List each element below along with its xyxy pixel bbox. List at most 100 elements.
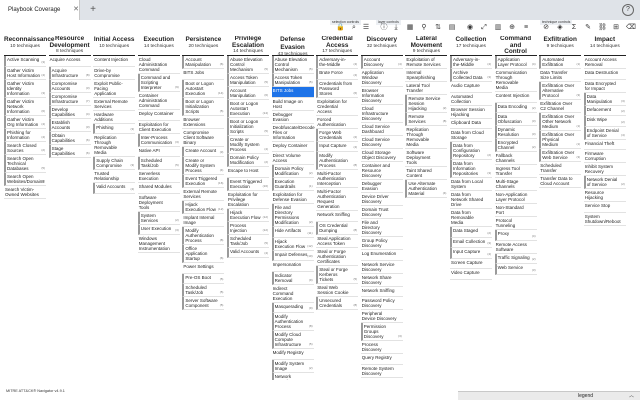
- technique-cell[interactable]: Browser Information Discovery: [360, 87, 403, 105]
- technique-cell[interactable]: Phishing for Information (4): [4, 128, 46, 142]
- subtechnique-count[interactable]: (2): [309, 220, 313, 225]
- technique-cell[interactable]: Modify Authentication Process (8): [316, 152, 359, 170]
- technique-cell[interactable]: Compromise Infrastructure (7): [48, 92, 91, 106]
- technique-cell[interactable]: Traffic Signaling (2): [494, 253, 537, 264]
- technique-cell[interactable]: Data from Configuration Repository (2): [450, 142, 492, 160]
- subtechnique-count[interactable]: (3): [398, 334, 402, 339]
- subtechnique-count[interactable]: (5): [41, 166, 45, 171]
- technique-cell[interactable]: Impair Defenses (10): [271, 250, 314, 261]
- technique-cell[interactable]: Account Manipulation (6): [227, 87, 269, 100]
- technique-cell[interactable]: Remote Access Software: [494, 240, 537, 254]
- close-icon[interactable]: ✕: [70, 0, 82, 20]
- subtechnique-count[interactable]: (2): [532, 145, 536, 150]
- technique-cell[interactable]: Archive Collected Data (3): [450, 69, 492, 82]
- technique-cell[interactable]: Exfiltration Over C2 Channel: [539, 100, 582, 113]
- subtechnique-count[interactable]: (4): [487, 252, 491, 257]
- technique-cell[interactable]: Forge Web Credentials (2): [316, 128, 359, 142]
- technique-cell[interactable]: Disk Wipe (2): [583, 116, 626, 127]
- subtechnique-count[interactable]: (8): [86, 73, 90, 78]
- layer-info-icon[interactable]: ⓘ: [380, 24, 388, 32]
- technique-cell[interactable]: System Shutdown/Reboot: [583, 212, 626, 226]
- subtechnique-count[interactable]: (3): [131, 127, 135, 132]
- subtechnique-count[interactable]: (8): [443, 119, 447, 124]
- technique-cell[interactable]: Gather Victim Identity Information (3): [4, 79, 46, 98]
- subtechnique-count[interactable]: (4): [41, 73, 45, 78]
- technique-cell[interactable]: BITS Jobs: [271, 87, 314, 98]
- download-icon[interactable]: ⤓: [392, 24, 400, 32]
- technique-cell[interactable]: Network Share Discovery: [360, 273, 403, 287]
- technique-cell[interactable]: Resource Hijacking: [583, 189, 626, 202]
- technique-cell[interactable]: Data from Information Repositories (3): [450, 160, 492, 178]
- subtechnique-count[interactable]: (12): [218, 207, 223, 212]
- technique-cell[interactable]: Cloud Administration Command: [137, 56, 180, 74]
- technique-cell[interactable]: Acquire Infrastructure (8): [48, 66, 91, 80]
- technique-cell[interactable]: Direct Volume Access: [271, 152, 314, 165]
- subtechnique-count[interactable]: (3): [41, 91, 45, 96]
- subtechnique-count[interactable]: (12): [307, 244, 312, 249]
- technique-cell[interactable]: External Remote Services: [182, 188, 225, 201]
- technique-cell[interactable]: Gather Victim Org Information (4): [4, 115, 46, 129]
- technique-cell[interactable]: Implant Internal Image: [182, 214, 225, 227]
- technique-cell[interactable]: Password Policy Discovery: [360, 297, 403, 310]
- technique-cell[interactable]: Event Triggered Execution (16): [227, 177, 269, 191]
- technique-cell[interactable]: Transfer Data to Cloud Account: [539, 175, 582, 188]
- technique-cell[interactable]: Impersonation: [271, 261, 314, 272]
- subtechnique-count[interactable]: (4): [354, 145, 358, 150]
- technique-cell[interactable]: Multi-Factor Authentication Request Gene…: [316, 188, 359, 211]
- technique-cell[interactable]: Taint Shared Content: [405, 167, 448, 180]
- technique-cell[interactable]: Create Account (3): [182, 146, 225, 157]
- technique-cell[interactable]: Boot or Logon Initialization Scripts (5): [227, 118, 269, 136]
- metadata-icon[interactable]: ⊞: [612, 24, 620, 32]
- subtechnique-count[interactable]: (16): [218, 181, 223, 186]
- technique-cell[interactable]: Deobfuscate/Decode Files or Information: [271, 123, 315, 142]
- technique-cell[interactable]: Native API: [137, 146, 180, 157]
- technique-cell[interactable]: Deploy Container: [137, 110, 180, 121]
- technique-cell[interactable]: Windows Management Instrumentation: [137, 235, 180, 253]
- subtechnique-count[interactable]: (2): [487, 153, 491, 158]
- subtechnique-count[interactable]: (4): [398, 62, 402, 67]
- subtechnique-count[interactable]: (4): [532, 62, 536, 67]
- technique-cell[interactable]: Serverless Execution: [137, 170, 180, 183]
- tactic-header[interactable]: Defense Evasion 43 techniques: [271, 36, 314, 57]
- technique-cell[interactable]: Hijack Execution Flow (12): [227, 208, 269, 222]
- subtechnique-count[interactable]: (3): [86, 125, 90, 130]
- subtechnique-count[interactable]: (1): [309, 184, 313, 189]
- subtechnique-count[interactable]: (5): [220, 303, 224, 308]
- tactic-header[interactable]: Lateral Movement 9 techniques: [405, 36, 448, 56]
- technique-cell[interactable]: Endpoint Denial of Service (4): [583, 126, 626, 140]
- subtechnique-count[interactable]: (6): [86, 138, 90, 143]
- subtechnique-count[interactable]: (4): [264, 251, 268, 256]
- technique-cell[interactable]: Modify Authentication Process (8): [182, 227, 225, 245]
- technique-cell[interactable]: Steal Web Session Cookie: [316, 283, 359, 297]
- technique-cell[interactable]: Proxy (4): [494, 230, 537, 241]
- filter-icon[interactable]: ⚲: [420, 24, 428, 32]
- subtechnique-count[interactable]: (5): [220, 290, 224, 295]
- subtechnique-count[interactable]: (8): [354, 228, 358, 233]
- technique-cell[interactable]: Develop Capabilities (4): [48, 105, 91, 119]
- technique-cell[interactable]: Hide Artifacts (11): [271, 227, 314, 238]
- technique-cell[interactable]: Screen Capture: [450, 258, 492, 269]
- technique-cell[interactable]: Ingress Tool Transfer: [494, 165, 537, 178]
- technique-cell[interactable]: Non-Standard Port: [494, 204, 537, 217]
- subtechnique-count[interactable]: (3): [86, 86, 90, 91]
- tactic-header[interactable]: Discovery 32 techniques: [360, 36, 403, 56]
- technique-cell[interactable]: Multi-Factor Authentication Interception: [316, 170, 359, 188]
- technique-cell[interactable]: Gather Victim Host Information (4): [4, 66, 46, 80]
- technique-cell[interactable]: Encrypted Channel (2): [494, 139, 537, 152]
- technique-cell[interactable]: Account Discovery (4): [360, 56, 403, 69]
- subtechnique-count[interactable]: (6): [86, 151, 90, 156]
- subtechnique-count[interactable]: (4): [443, 191, 447, 196]
- technique-cell[interactable]: Valid Accounts (4): [227, 247, 269, 258]
- technique-cell[interactable]: Automated Exfiltration (1): [539, 56, 582, 69]
- technique-cell[interactable]: Log Enumeration: [360, 250, 403, 261]
- technique-cell[interactable]: Debugger Evasion: [271, 110, 314, 124]
- technique-cell[interactable]: Abuse Elevation Control Mechanism (5): [271, 56, 314, 74]
- technique-cell[interactable]: Hijack Execution Flow (12): [182, 201, 225, 214]
- technique-cell[interactable]: Phishing (3): [93, 123, 136, 134]
- subtechnique-count[interactable]: (4): [532, 234, 536, 239]
- technique-cell[interactable]: Exploitation for Client Execution: [137, 120, 180, 134]
- technique-cell[interactable]: Financial Theft: [583, 139, 626, 150]
- subtechnique-count[interactable]: (3): [220, 150, 224, 155]
- technique-cell[interactable]: Data Encrypted for Impact: [583, 79, 626, 93]
- subtechnique-count[interactable]: (2): [41, 148, 45, 153]
